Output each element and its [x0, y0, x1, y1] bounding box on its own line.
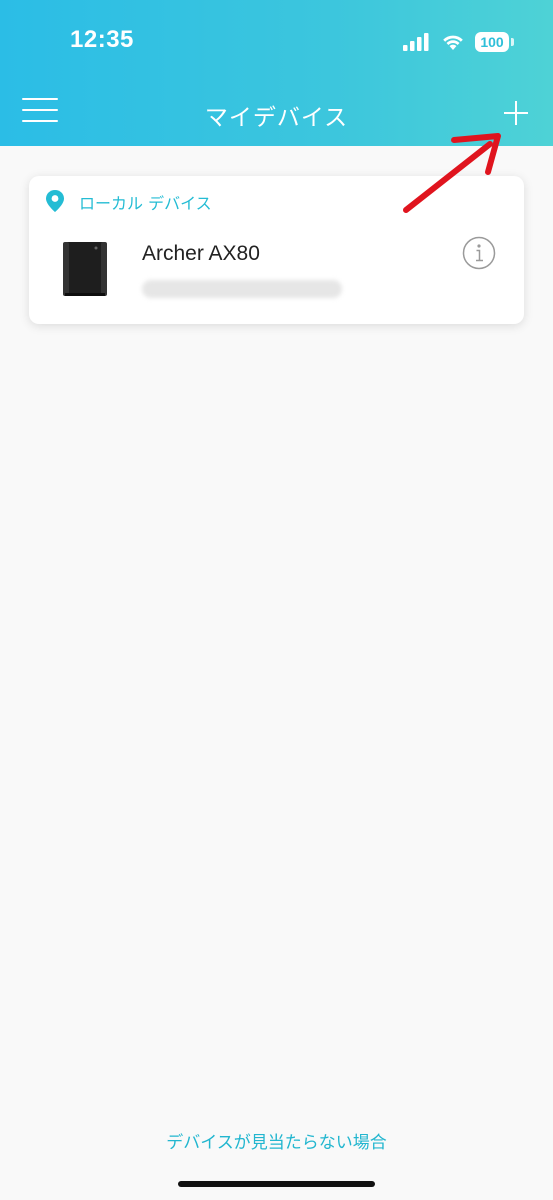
location-pin-icon [46, 190, 64, 212]
status-time: 12:35 [70, 26, 134, 53]
device-not-found-link[interactable]: デバイスが見当たらない場合 [0, 1128, 553, 1153]
section-label-local-devices: ローカル デバイス [79, 194, 212, 213]
device-name: Archer AX80 [142, 242, 260, 265]
signal-icon [403, 33, 429, 51]
plus-icon[interactable] [501, 96, 531, 130]
device-mac-redacted [142, 280, 342, 298]
status-icons: 100 [403, 29, 514, 55]
home-indicator[interactable] [178, 1181, 375, 1187]
wifi-icon [443, 35, 463, 50]
page-title: マイデバイス [204, 105, 349, 131]
annotation-arrow-icon [403, 133, 501, 213]
battery-indicator: 100 [475, 32, 514, 52]
info-icon[interactable] [462, 236, 496, 270]
app-header: 12:35 100 マイデバイス [0, 0, 553, 146]
router-icon [63, 242, 107, 296]
